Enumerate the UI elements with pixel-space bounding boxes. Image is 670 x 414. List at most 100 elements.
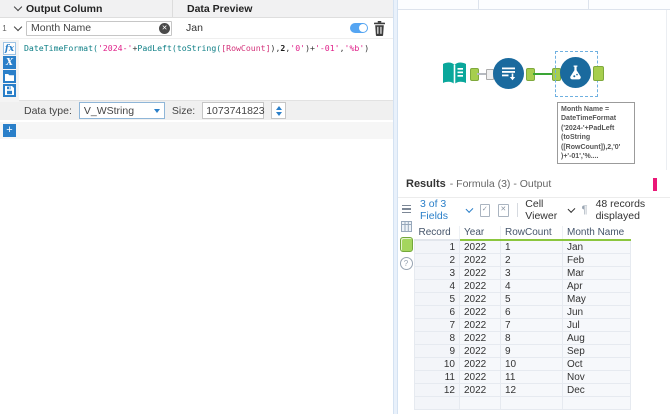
whitespace-toggle-icon[interactable]: ¶	[582, 204, 588, 216]
insert-variable-icon[interactable]: X	[3, 56, 16, 69]
cell-rowcount[interactable]: 9	[500, 344, 563, 358]
cell-year[interactable]: 2022	[459, 239, 501, 254]
input-data-tool[interactable]	[440, 59, 469, 88]
data-type-value: V_WString	[83, 104, 135, 117]
workflow-canvas[interactable]: Month Name = DateTimeFormat ('2024-'+Pad…	[398, 0, 670, 172]
cell-viewer-dropdown[interactable]: Cell Viewer	[525, 198, 576, 222]
saved-expressions-icon[interactable]	[3, 70, 16, 83]
cell-record[interactable]: 6	[414, 305, 460, 319]
cell-record[interactable]: 8	[414, 331, 460, 345]
cell-year[interactable]: 2022	[459, 292, 501, 306]
chevron-down-icon	[567, 205, 576, 213]
clear-field-icon[interactable]: ✕	[159, 22, 170, 34]
grid-view-icon[interactable]	[400, 220, 412, 232]
cell-year[interactable]: 2022	[459, 331, 501, 345]
output-column-field-wrap: ✕	[26, 20, 172, 36]
table-row: 11 2022 11 Nov	[414, 370, 631, 384]
cell-record[interactable]: 2	[414, 253, 460, 267]
stepper-down-icon[interactable]	[275, 111, 282, 116]
cell-year[interactable]: 2022	[459, 318, 501, 332]
expression-row-1: 1 ✕ Jan	[0, 18, 393, 39]
expression-enabled-toggle[interactable]	[350, 23, 368, 33]
cell-rowcount[interactable]: 5	[500, 292, 563, 306]
annotation-line: Month Name =	[561, 106, 610, 113]
size-input[interactable]: 1073741823	[202, 102, 265, 119]
select-checkbox-icon[interactable]: ✓	[479, 203, 491, 217]
cell-rowcount[interactable]: 11	[500, 370, 563, 384]
column-header-month-name[interactable]: Month Name	[562, 226, 631, 241]
size-stepper	[271, 102, 287, 119]
cell-month[interactable]: Feb	[562, 253, 631, 267]
table-view-icon[interactable]	[400, 203, 412, 215]
caret-down-icon	[153, 108, 160, 113]
add-expression-button[interactable]: +	[3, 124, 16, 137]
list-icon	[401, 204, 411, 214]
cell-year[interactable]: 2022	[459, 305, 501, 319]
column-header-record[interactable]: Record	[414, 226, 460, 241]
cell-month[interactable]: Jul	[562, 318, 631, 332]
deselect-box-icon[interactable]: ✕	[498, 203, 509, 217]
panel-indicator-bar[interactable]	[653, 178, 657, 191]
cell-year[interactable]: 2022	[459, 279, 501, 293]
annotation-line: ([RowCount]),2,'0'	[561, 143, 621, 151]
cell-rowcount[interactable]: 2	[500, 253, 563, 267]
cell-record[interactable]: 12	[414, 383, 460, 397]
data-type-select[interactable]: V_WString	[78, 102, 165, 119]
cell-rowcount[interactable]: 10	[500, 357, 563, 371]
cell-rowcount[interactable]: 1	[500, 239, 563, 254]
cell-rowcount[interactable]: 8	[500, 331, 563, 345]
output-column-input[interactable]	[26, 20, 172, 36]
canvas-top-strip	[398, 0, 670, 10]
cell-record[interactable]: 5	[414, 292, 460, 306]
cell-rowcount[interactable]: 6	[500, 305, 563, 319]
cell-rowcount[interactable]: 4	[500, 279, 563, 293]
cell-month[interactable]: Jan	[562, 239, 631, 254]
cell-month[interactable]: Sep	[562, 344, 631, 358]
output-anchor-button[interactable]	[399, 237, 413, 252]
stepper-up-icon[interactable]	[275, 105, 282, 110]
cell-record[interactable]: 9	[414, 344, 460, 358]
cell-month[interactable]: Jun	[562, 305, 631, 319]
grid-divider	[588, 0, 589, 9]
fields-dropdown[interactable]: 3 of 3 Fields	[420, 198, 474, 222]
cell-month[interactable]: May	[562, 292, 631, 306]
cell-month[interactable]: Nov	[562, 370, 631, 384]
formula-tool[interactable]	[560, 57, 591, 88]
column-header-rowcount[interactable]: RowCount	[500, 226, 563, 241]
cell-record[interactable]: 7	[414, 318, 460, 332]
save-expression-icon[interactable]	[3, 84, 16, 97]
expression-editor[interactable]: fx X DateTimeFormat('2024-'+PadLeft(toSt…	[0, 39, 393, 102]
cell-record[interactable]: 11	[414, 370, 460, 384]
generate-rows-tool[interactable]	[493, 58, 524, 89]
column-header-year[interactable]: Year	[459, 226, 501, 241]
formula-segment: '%b'	[344, 43, 365, 53]
cell-month[interactable]: Oct	[562, 357, 631, 371]
collapse-expression-button[interactable]	[9, 22, 26, 31]
cell-month[interactable]: Mar	[562, 266, 631, 280]
formula-expression[interactable]: DateTimeFormat('2024-'+PadLeft(toString(…	[24, 43, 369, 53]
cell-rowcount[interactable]: 7	[500, 318, 563, 332]
cell-year[interactable]: 2022	[459, 357, 501, 371]
cell-year[interactable]: 2022	[459, 344, 501, 358]
insert-function-icon[interactable]: fx	[3, 42, 16, 55]
cell-month[interactable]: Aug	[562, 331, 631, 345]
cell-month[interactable]: Dec	[562, 383, 631, 397]
cell-record[interactable]: 10	[414, 357, 460, 371]
row-number: 1	[2, 23, 7, 33]
table-row: 8 2022 8 Aug	[414, 331, 631, 345]
cell-year[interactable]: 2022	[459, 253, 501, 267]
cell-year[interactable]: 2022	[459, 383, 501, 397]
cell-year[interactable]: 2022	[459, 370, 501, 384]
tool-annotation[interactable]: Month Name = DateTimeFormat ('2024-'+Pad…	[557, 102, 635, 165]
cell-rowcount[interactable]: 3	[500, 266, 563, 280]
delete-expression-icon[interactable]	[373, 20, 386, 36]
cell-record[interactable]: 1	[414, 239, 460, 254]
expand-all-button[interactable]	[9, 2, 26, 12]
cell-record[interactable]: 3	[414, 266, 460, 280]
cell-record[interactable]: 4	[414, 279, 460, 293]
cell-year[interactable]: 2022	[459, 266, 501, 280]
cell-month[interactable]: Apr	[562, 279, 631, 293]
help-icon[interactable]: ?	[399, 257, 413, 270]
cell-rowcount[interactable]: 12	[500, 383, 563, 397]
results-left-rail: ?	[398, 198, 414, 410]
